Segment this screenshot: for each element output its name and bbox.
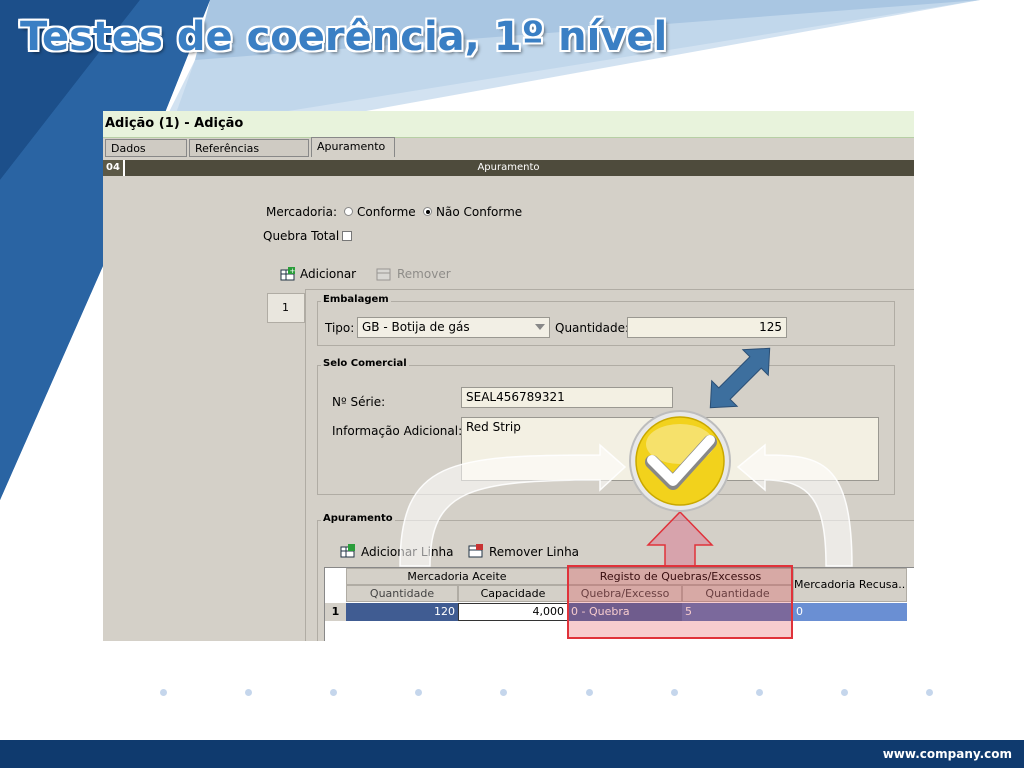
decor-dot <box>756 689 763 696</box>
decor-dot <box>671 689 678 696</box>
right-curved-arrow <box>736 443 853 567</box>
decor-dot <box>841 689 848 696</box>
double-arrow-icon <box>709 347 771 409</box>
footer-bar: www.company.com <box>0 740 1024 768</box>
footer-url[interactable]: www.company.com <box>883 747 1012 761</box>
decor-dot <box>500 689 507 696</box>
check-icon <box>629 410 731 512</box>
decor-dot <box>926 689 933 696</box>
decor-dot <box>245 689 252 696</box>
decor-dot <box>160 689 167 696</box>
left-curved-arrow <box>399 443 627 567</box>
decor-dot <box>415 689 422 696</box>
overlay-graphics <box>399 347 853 639</box>
quebras-highlight-box <box>567 565 793 639</box>
red-up-arrow <box>646 510 714 567</box>
decor-dot <box>330 689 337 696</box>
decor-dot <box>586 689 593 696</box>
